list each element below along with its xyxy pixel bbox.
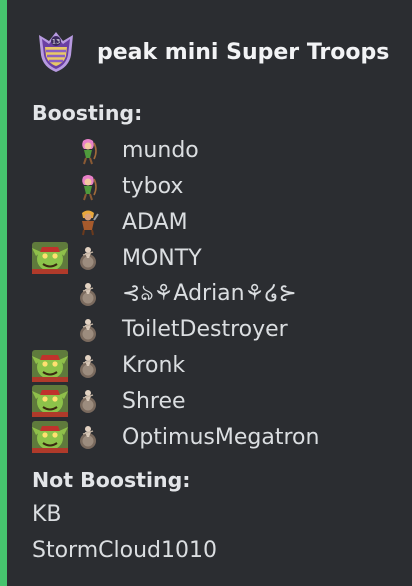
boosting-heading: Boosting: [32, 101, 143, 125]
boosting-player-row: ADAM [32, 205, 402, 241]
clan-badge-icon: 13 [39, 32, 73, 72]
goblin-icon [32, 420, 70, 454]
boosting-player-row: ⊰ঌ⚘Adrian⚘໒⊱ [32, 276, 402, 312]
boosting-player-row: MONTY [32, 240, 402, 276]
not-boosting-heading: Not Boosting: [32, 468, 191, 493]
boosting-player-row: OptimusMegatron [32, 419, 402, 455]
player-name: MONTY [122, 245, 202, 271]
miner-icon [76, 349, 100, 383]
goblin-icon [32, 349, 70, 383]
hero-slot-empty [32, 277, 70, 311]
player-name: ⊰ঌ⚘Adrian⚘໒⊱ [122, 280, 297, 306]
boosting-player-row: Kronk [32, 348, 402, 384]
player-name: Kronk [122, 353, 186, 379]
archer-icon [76, 134, 100, 168]
not-boosting-player: KB [32, 502, 62, 528]
hero-slot-empty [32, 313, 70, 347]
boosting-player-row: Shree [32, 384, 402, 420]
boosting-player-row: ToiletDestroyer [32, 312, 402, 348]
miner-icon [76, 241, 100, 275]
boosting-player-row: tybox [32, 169, 402, 205]
player-name: mundo [122, 138, 199, 164]
not-boosting-player: StormCloud1010 [32, 538, 217, 564]
miner-icon [76, 384, 100, 418]
miner-icon [76, 420, 100, 454]
player-name: ADAM [122, 209, 188, 235]
hero-slot-empty [32, 134, 70, 168]
boosting-player-row: mundo [32, 133, 402, 169]
svg-text:13: 13 [52, 38, 60, 46]
embed-accent-bar [0, 0, 7, 586]
embed-header: 13 peak mini Super Troops [32, 26, 402, 78]
miner-icon [76, 277, 100, 311]
player-name: ToiletDestroyer [122, 317, 288, 343]
player-name: OptimusMegatron [122, 424, 320, 450]
barbarian-icon [76, 205, 100, 239]
player-name: tybox [122, 174, 184, 200]
embed-title: peak mini Super Troops [97, 39, 390, 65]
not-boosting-list: KB StormCloud1010 [32, 497, 402, 569]
archer-icon [76, 170, 100, 204]
goblin-icon [32, 384, 70, 418]
boosting-list: mundo tybox ADAM MONTY ⊰ঌ⚘Adrian⚘໒⊱ ToiletDes… [32, 133, 402, 455]
miner-icon [76, 313, 100, 347]
player-name: Shree [122, 388, 186, 414]
hero-slot-empty [32, 205, 70, 239]
embed-card: 13 peak mini Super Troops Boosting: mund… [32, 26, 402, 569]
hero-slot-empty [32, 170, 70, 204]
goblin-icon [32, 241, 70, 275]
